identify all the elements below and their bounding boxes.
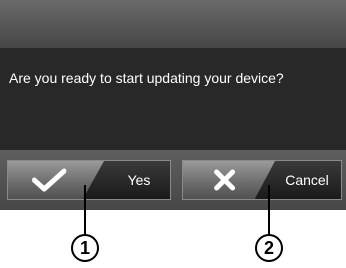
yes-button-label: Yes bbox=[127, 172, 151, 188]
callout-1: 1 bbox=[71, 234, 99, 262]
cancel-button-icon-area bbox=[183, 161, 275, 199]
yes-button-icon-area bbox=[8, 161, 104, 199]
callout-line-1 bbox=[84, 185, 86, 235]
dialog-message: Are you ready to start updating your dev… bbox=[9, 70, 284, 86]
cancel-button-label: Cancel bbox=[285, 172, 329, 188]
update-dialog: Are you ready to start updating your dev… bbox=[0, 0, 346, 210]
callout-line-2 bbox=[268, 185, 270, 235]
callout-2: 2 bbox=[255, 234, 283, 262]
cancel-button[interactable]: Cancel bbox=[182, 160, 342, 200]
checkmark-icon bbox=[32, 168, 67, 192]
cross-icon bbox=[214, 169, 236, 191]
dialog-title-bar bbox=[0, 0, 346, 48]
yes-button[interactable]: Yes bbox=[7, 160, 171, 200]
